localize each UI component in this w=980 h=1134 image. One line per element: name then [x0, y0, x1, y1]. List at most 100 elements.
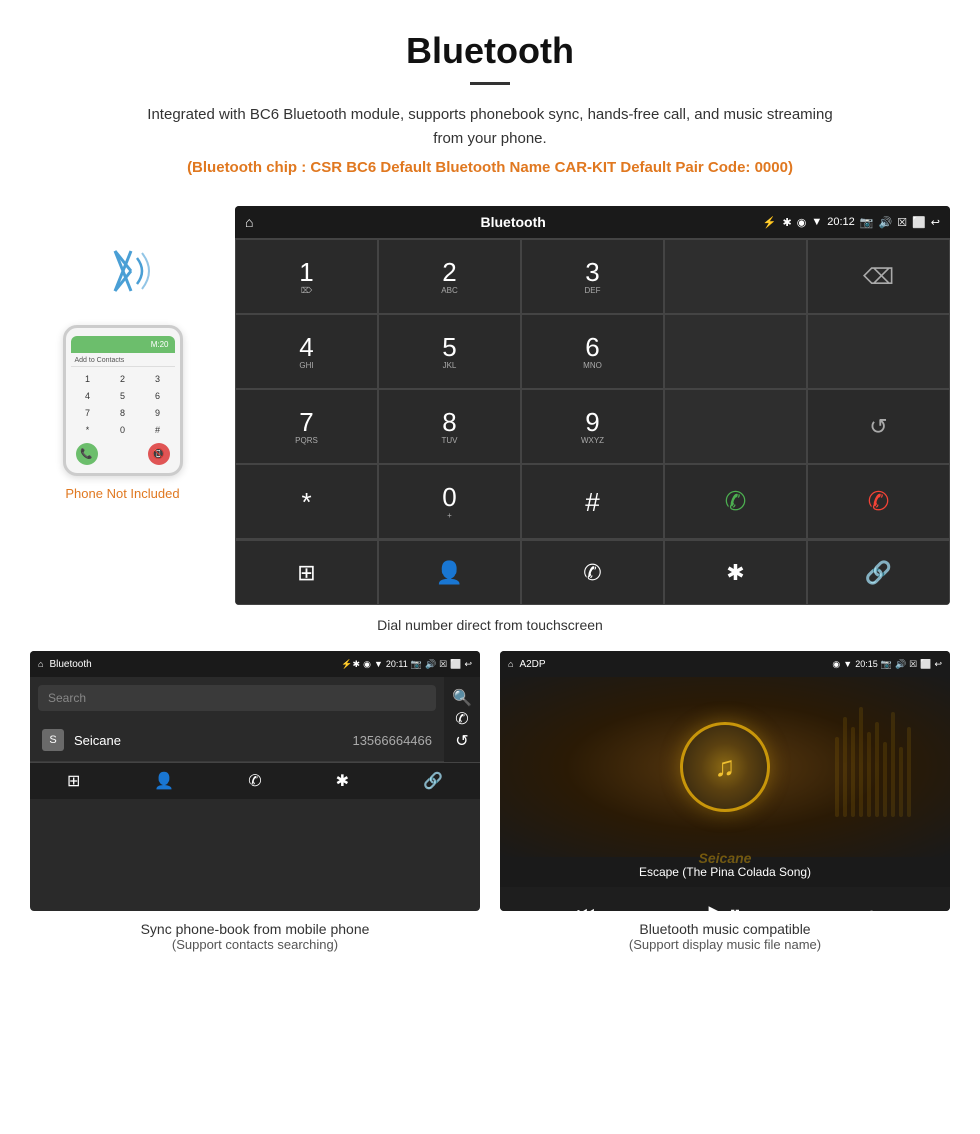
phone-mockup: M:20 Add to Contacts 1 2 3 4 5 6 7 8 9 *… — [30, 206, 215, 501]
music-back-icon[interactable]: ↩ — [934, 659, 942, 670]
music-next-icon[interactable]: ⏭ — [855, 904, 873, 912]
music-signal-icon: ▼ — [843, 659, 852, 670]
pb-signal-icon: ▼ — [374, 659, 383, 670]
dial-key-3[interactable]: 3 DEF — [521, 239, 664, 314]
music-camera-icon: 📷 — [881, 659, 892, 670]
pb-call-icon[interactable]: ✆ — [455, 709, 468, 729]
signal-icon: ▼ — [811, 216, 822, 228]
phonebook-content: Search S Seicane 13566664466 — [30, 677, 444, 762]
phone-key-1: 1 — [71, 371, 105, 387]
music-dots-bg — [680, 677, 950, 857]
dial-key-7[interactable]: 7 PQRS — [235, 389, 378, 464]
search-placeholder: Search — [48, 691, 86, 705]
phonebook-search-bar[interactable]: Search — [38, 685, 436, 711]
android-dial-screen: ⌂ Bluetooth ⚡ ✱ ◉ ▼ 20:12 📷 🔊 ☒ ⬜ ↩ 1 ⌦ — [235, 206, 950, 605]
pb-bluetooth-icon: ✱ — [353, 659, 361, 670]
pb-bottom-link-icon[interactable]: 🔗 — [423, 771, 443, 791]
music-time: 20:15 — [855, 659, 878, 670]
dial-key-8[interactable]: 8 TUV — [378, 389, 521, 464]
phone-key-4: 4 — [71, 388, 105, 404]
location-icon: ◉ — [797, 216, 807, 229]
pb-camera-icon: 📷 — [411, 659, 422, 670]
contact-number: 13566664466 — [352, 733, 432, 748]
dial-end-button[interactable]: ✆ — [807, 464, 950, 539]
music-location-icon: ◉ — [832, 659, 840, 670]
dial-screen-title: Bluetooth — [263, 214, 762, 230]
pb-volume-icon: 🔊 — [425, 659, 436, 670]
phonebook-usb-icon: ⚡ — [341, 659, 352, 670]
phone-key-5: 5 — [106, 388, 140, 404]
dial-backspace-button[interactable]: ⌫ — [807, 239, 950, 314]
phone-key-star: * — [71, 422, 105, 438]
pb-bottom-phone-icon[interactable]: ✆ — [248, 771, 261, 791]
phonebook-block: ⌂ Bluetooth ⚡ ✱ ◉ ▼ 20:11 📷 🔊 ☒ ⬜ ↩ — [30, 651, 480, 952]
dial-key-4[interactable]: 4 GHI — [235, 314, 378, 389]
header-specs: (Bluetooth chip : CSR BC6 Default Blueto… — [20, 159, 960, 176]
dial-key-6[interactable]: 6 MNO — [521, 314, 664, 389]
music-home-icon[interactable]: ⌂ — [508, 659, 513, 669]
camera-icon: 📷 — [860, 216, 874, 229]
pb-bottom-contacts-icon[interactable]: 👤 — [154, 771, 174, 791]
music-screen-icon: ☒ — [909, 659, 917, 670]
page-header: Bluetooth Integrated with BC6 Bluetooth … — [0, 0, 980, 186]
dial-empty-1 — [664, 314, 807, 389]
phone-key-6: 6 — [141, 388, 175, 404]
volume-icon: 🔊 — [879, 216, 893, 229]
dial-link-icon[interactable]: 🔗 — [807, 540, 950, 605]
dial-refresh-button[interactable]: ↺ — [807, 389, 950, 464]
phone-frame: M:20 Add to Contacts 1 2 3 4 5 6 7 8 9 *… — [63, 325, 183, 476]
phonebook-home-icon[interactable]: ⌂ — [38, 659, 43, 669]
dial-empty-2 — [807, 314, 950, 389]
music-play-pause-icon[interactable]: ▶⏸ — [708, 899, 741, 911]
pb-bottom-bt-icon[interactable]: ✱ — [336, 771, 349, 791]
dial-contacts-icon[interactable]: 👤 — [378, 540, 521, 605]
pb-back-icon[interactable]: ↩ — [464, 659, 472, 670]
dial-key-5[interactable]: 5 JKL — [378, 314, 521, 389]
dial-status-bar: ⌂ Bluetooth ⚡ ✱ ◉ ▼ 20:12 📷 🔊 ☒ ⬜ ↩ — [235, 206, 950, 238]
pb-search-icon[interactable]: 🔍 — [452, 688, 472, 708]
pb-screen-icon: ☒ — [439, 659, 447, 670]
dial-key-1[interactable]: 1 ⌦ — [235, 239, 378, 314]
phone-not-included-label: Phone Not Included — [65, 486, 179, 501]
status-icons: ✱ ◉ ▼ 20:12 📷 🔊 ☒ ⬜ ↩ — [783, 216, 940, 229]
music-caption-sub: (Support display music file name) — [500, 937, 950, 952]
dial-key-9[interactable]: 9 WXYZ — [521, 389, 664, 464]
dial-key-0[interactable]: 0 + — [378, 464, 521, 539]
phonebook-status-icons: ✱ ◉ ▼ 20:11 📷 🔊 ☒ ⬜ ↩ — [353, 659, 472, 670]
music-album-area: ♫ — [500, 677, 950, 857]
pb-sync-icon[interactable]: ↺ — [455, 731, 468, 751]
phone-key-0: 0 — [106, 422, 140, 438]
music-controls: ⏮ ▶⏸ ⏭ — [500, 887, 950, 911]
dialpad-grid: 1 ⌦ 2 ABC 3 DEF ⌫ 4 GHI 5 JKL — [235, 238, 950, 539]
contact-avatar: S — [42, 729, 64, 751]
phonebook-contact-row[interactable]: S Seicane 13566664466 — [30, 719, 444, 762]
dial-key-hash[interactable]: # — [521, 464, 664, 539]
page-title: Bluetooth — [20, 30, 960, 72]
dial-key-star[interactable]: * — [235, 464, 378, 539]
music-screen: ⌂ A2DP ◉ ▼ 20:15 📷 🔊 ☒ ⬜ ↩ — [500, 651, 950, 911]
music-status-icons: ◉ ▼ 20:15 📷 🔊 ☒ ⬜ ↩ — [832, 659, 942, 670]
dial-bluetooth-icon[interactable]: ✱ — [664, 540, 807, 605]
contact-name: Seicane — [74, 733, 352, 748]
dial-call-button[interactable]: ✆ — [664, 464, 807, 539]
phone-end-button[interactable]: 📵 — [148, 443, 170, 465]
phonebook-bottom-bar: ⊞ 👤 ✆ ✱ 🔗 — [30, 762, 480, 799]
dial-key-2[interactable]: 2 ABC — [378, 239, 521, 314]
dial-phone-icon[interactable]: ✆ — [521, 540, 664, 605]
phone-top-bar: M:20 — [71, 336, 175, 353]
window-icon: ⬜ — [912, 216, 926, 229]
phonebook-status-bar: ⌂ Bluetooth ⚡ ✱ ◉ ▼ 20:11 📷 🔊 ☒ ⬜ ↩ — [30, 651, 480, 677]
phone-call-button[interactable]: 📞 — [76, 443, 98, 465]
usb-icon: ⚡ — [763, 216, 777, 229]
back-icon[interactable]: ↩ — [931, 216, 940, 229]
dial-caption: Dial number direct from touchscreen — [0, 605, 980, 651]
home-icon[interactable]: ⌂ — [245, 214, 253, 230]
pb-bottom-grid-icon[interactable]: ⊞ — [67, 771, 80, 791]
dial-grid-icon[interactable]: ⊞ — [235, 540, 378, 605]
music-prev-icon[interactable]: ⏮ — [577, 904, 595, 912]
phonebook-caption-sub: (Support contacts searching) — [30, 937, 480, 952]
pb-window-icon: ⬜ — [450, 659, 461, 670]
main-section: M:20 Add to Contacts 1 2 3 4 5 6 7 8 9 *… — [0, 186, 980, 605]
phone-key-3: 3 — [141, 371, 175, 387]
phonebook-screen: ⌂ Bluetooth ⚡ ✱ ◉ ▼ 20:11 📷 🔊 ☒ ⬜ ↩ — [30, 651, 480, 911]
